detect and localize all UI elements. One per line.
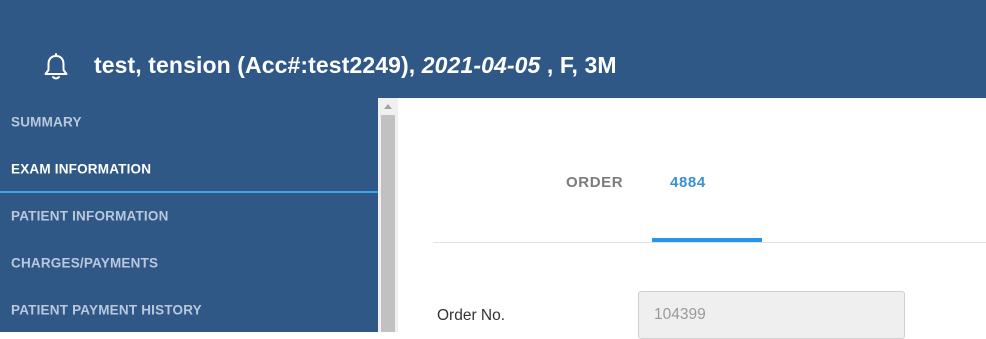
patient-title: test, tension (Acc#:test2249), 2021-04-0… — [94, 52, 617, 79]
patient-header: test, tension (Acc#:test2249), 2021-04-0… — [0, 0, 986, 98]
sidebar: SUMMARY EXAM INFORMATION PATIENT INFORMA… — [0, 98, 378, 332]
bell-icon[interactable] — [43, 53, 69, 81]
tab-order-number[interactable]: 4884 — [670, 174, 706, 191]
sidebar-scrollbar[interactable] — [378, 98, 398, 332]
order-no-label: Order No. — [437, 307, 506, 324]
sidebar-item-summary[interactable]: SUMMARY — [0, 98, 378, 145]
patient-name-acc: test, tension (Acc#:test2249), — [94, 52, 422, 78]
sidebar-item-label: PATIENT PAYMENT HISTORY — [11, 302, 202, 317]
sidebar-item-exam-information[interactable]: EXAM INFORMATION — [0, 145, 378, 193]
patient-details: , F, 3M — [540, 52, 617, 78]
sidebar-item-label: SUMMARY — [11, 114, 82, 129]
scroll-up-arrow-icon[interactable] — [378, 98, 398, 114]
sidebar-item-label: PATIENT INFORMATION — [11, 208, 169, 223]
tab-order-label[interactable]: ORDER — [566, 174, 623, 191]
sidebar-item-label: EXAM INFORMATION — [11, 161, 152, 176]
tabs-divider — [433, 242, 986, 243]
patient-dob: 2021-04-05 — [421, 52, 541, 78]
sidebar-item-charges-payments[interactable]: CHARGES/PAYMENTS — [0, 239, 378, 286]
scroll-thumb[interactable] — [381, 115, 395, 332]
sidebar-item-patient-payment-history[interactable]: PATIENT PAYMENT HISTORY — [0, 286, 378, 333]
sidebar-item-patient-information[interactable]: PATIENT INFORMATION — [0, 192, 378, 239]
sidebar-item-label: CHARGES/PAYMENTS — [11, 255, 159, 270]
